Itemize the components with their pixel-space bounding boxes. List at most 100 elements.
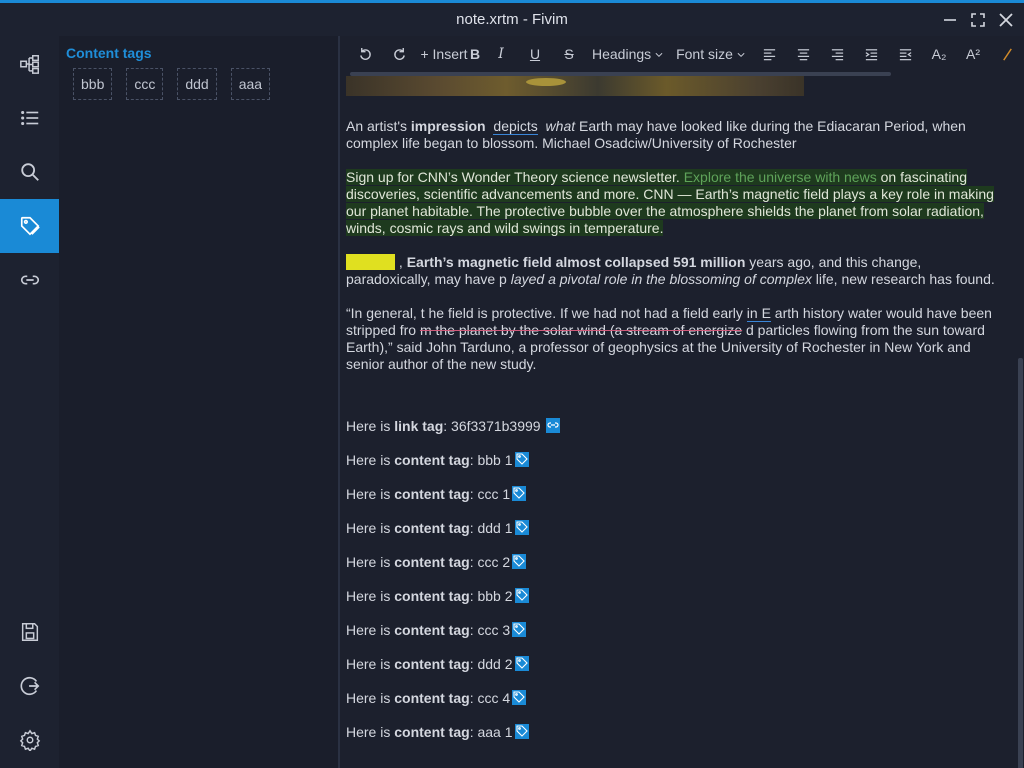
indent-button[interactable] <box>854 40 888 68</box>
text-run: Here is <box>346 452 395 468</box>
superscript-button[interactable]: A² <box>956 40 990 68</box>
text-run: content tag <box>394 588 470 604</box>
italic-button[interactable]: I <box>484 40 518 68</box>
link-tag-line: Here is link tag: 36f3371b3999 <box>346 418 1006 435</box>
text-run: Here is <box>346 622 395 638</box>
content-tag-line: Here is content tag: bbb 1 <box>346 452 1006 469</box>
sidebar-item-save[interactable] <box>0 605 59 659</box>
redo-icon <box>393 47 405 60</box>
maximize-icon <box>971 13 985 27</box>
text-run: : ccc 2 <box>469 554 511 570</box>
align-left-button[interactable] <box>752 40 786 68</box>
article-image <box>346 76 804 96</box>
subscript-button[interactable]: A₂ <box>922 40 956 68</box>
pen-icon <box>1002 47 1012 61</box>
minimize-icon <box>944 19 956 21</box>
content-tag-line: Here is content tag: ccc 3 <box>346 622 1006 639</box>
content-tag-badge[interactable] <box>514 588 529 603</box>
tag-icon <box>513 555 525 567</box>
undo-button[interactable] <box>348 40 382 68</box>
sidebar-item-links[interactable] <box>0 253 59 307</box>
minimize-button[interactable] <box>936 9 964 31</box>
vertical-scrollbar[interactable] <box>1017 72 1024 768</box>
content-tag-badge[interactable] <box>512 622 527 637</box>
tag-icon <box>513 691 525 703</box>
insert-button[interactable]: + Insert <box>416 40 472 68</box>
align-right-icon <box>831 48 843 60</box>
content-tag-badge[interactable] <box>514 724 529 739</box>
save-icon <box>21 623 38 641</box>
tag-icon <box>515 589 528 601</box>
sidebar-item-settings[interactable] <box>0 713 59 767</box>
bold-button[interactable]: B <box>466 40 484 68</box>
text-run: “In general, t he field is protective. I… <box>346 305 747 321</box>
close-icon <box>999 13 1013 27</box>
text-run: Here is <box>346 588 395 604</box>
chevron-down-icon <box>737 52 745 57</box>
text-run: content tag <box>394 690 470 706</box>
sidebar-item-list[interactable] <box>0 91 59 145</box>
text-run: content tag <box>394 656 470 672</box>
gear-icon <box>19 729 40 751</box>
tag-chip[interactable]: ccc <box>126 68 164 100</box>
undo-icon <box>359 47 371 60</box>
close-button[interactable] <box>992 9 1020 31</box>
scrollbar-thumb[interactable] <box>1018 358 1023 768</box>
text-run: : bbb 1 <box>469 452 513 468</box>
newsletter-link[interactable]: Explore the universe with news <box>683 169 877 185</box>
content-tag-badge[interactable] <box>512 486 527 501</box>
text-run: Here is <box>346 690 395 706</box>
tag-chip[interactable]: ddd <box>177 68 217 100</box>
clear-format-button[interactable] <box>990 40 1024 68</box>
sidebar-item-tree[interactable] <box>0 37 59 91</box>
tag-icon <box>515 725 528 737</box>
paragraph-quote: “In general, t he field is protective. I… <box>346 305 1006 373</box>
content-tag-badge[interactable] <box>512 554 527 569</box>
underline-button[interactable]: U <box>518 40 552 68</box>
link-tag-badge[interactable] <box>546 418 561 433</box>
window-title: note.xrtm - Fivim <box>456 11 568 28</box>
content-tag-line: Here is content tag: bbb 2 <box>346 588 1006 605</box>
font-size-dropdown[interactable]: Font size <box>670 40 752 68</box>
align-center-icon <box>797 48 809 60</box>
sidebar-item-search[interactable] <box>0 145 59 199</box>
text-run: depicts <box>493 118 538 135</box>
content-tag-line: Here is content tag: ddd 1 <box>346 520 1006 537</box>
content-tag-badge[interactable] <box>514 656 529 671</box>
text-run: : bbb 2 <box>469 588 513 604</box>
strikethrough-button[interactable]: S <box>552 40 586 68</box>
content-tags-panel: Content tags bbb ccc ddd aaa <box>59 36 338 768</box>
search-icon <box>20 163 39 181</box>
text-run: content tag <box>394 622 470 638</box>
text-run: , <box>395 254 407 270</box>
window-controls <box>936 9 1020 31</box>
maximize-button[interactable] <box>964 9 992 31</box>
outdent-icon <box>899 48 911 60</box>
redo-button[interactable] <box>382 40 416 68</box>
content-tag-badge[interactable] <box>512 690 527 705</box>
text-run: content tag <box>394 452 470 468</box>
sidebar-item-tags[interactable] <box>0 199 59 253</box>
paragraph-newsletter: Sign up for CNN’s Wonder Theory science … <box>346 169 1006 237</box>
align-right-button[interactable] <box>820 40 854 68</box>
text-run: content tag <box>394 486 470 502</box>
tag-chip[interactable]: bbb <box>73 68 113 100</box>
editor-area: + Insert B I U S Headings Font size A₂ A… <box>340 36 1024 768</box>
headings-dropdown[interactable]: Headings <box>586 40 670 68</box>
text-run: Sign up for CNN’s Wonder Theory science … <box>346 169 684 185</box>
text-run: An artist's <box>346 118 411 134</box>
text-run: : ccc 1 <box>469 486 511 502</box>
align-left-icon <box>763 48 775 60</box>
tag-chip[interactable]: aaa <box>230 68 271 100</box>
content-tag-badge[interactable] <box>514 452 529 467</box>
tag-icon <box>515 453 528 465</box>
text-run: Here is <box>346 418 395 434</box>
text-run: Here is <box>346 486 395 502</box>
align-center-button[interactable] <box>786 40 820 68</box>
text-run: Here is <box>346 520 395 536</box>
content-tag-badge[interactable] <box>514 520 529 535</box>
sidebar-item-logout[interactable] <box>0 659 59 713</box>
outdent-button[interactable] <box>888 40 922 68</box>
tag-icon <box>513 623 525 635</box>
paragraph-caption: An artist's impression depicts what Eart… <box>346 118 1006 152</box>
